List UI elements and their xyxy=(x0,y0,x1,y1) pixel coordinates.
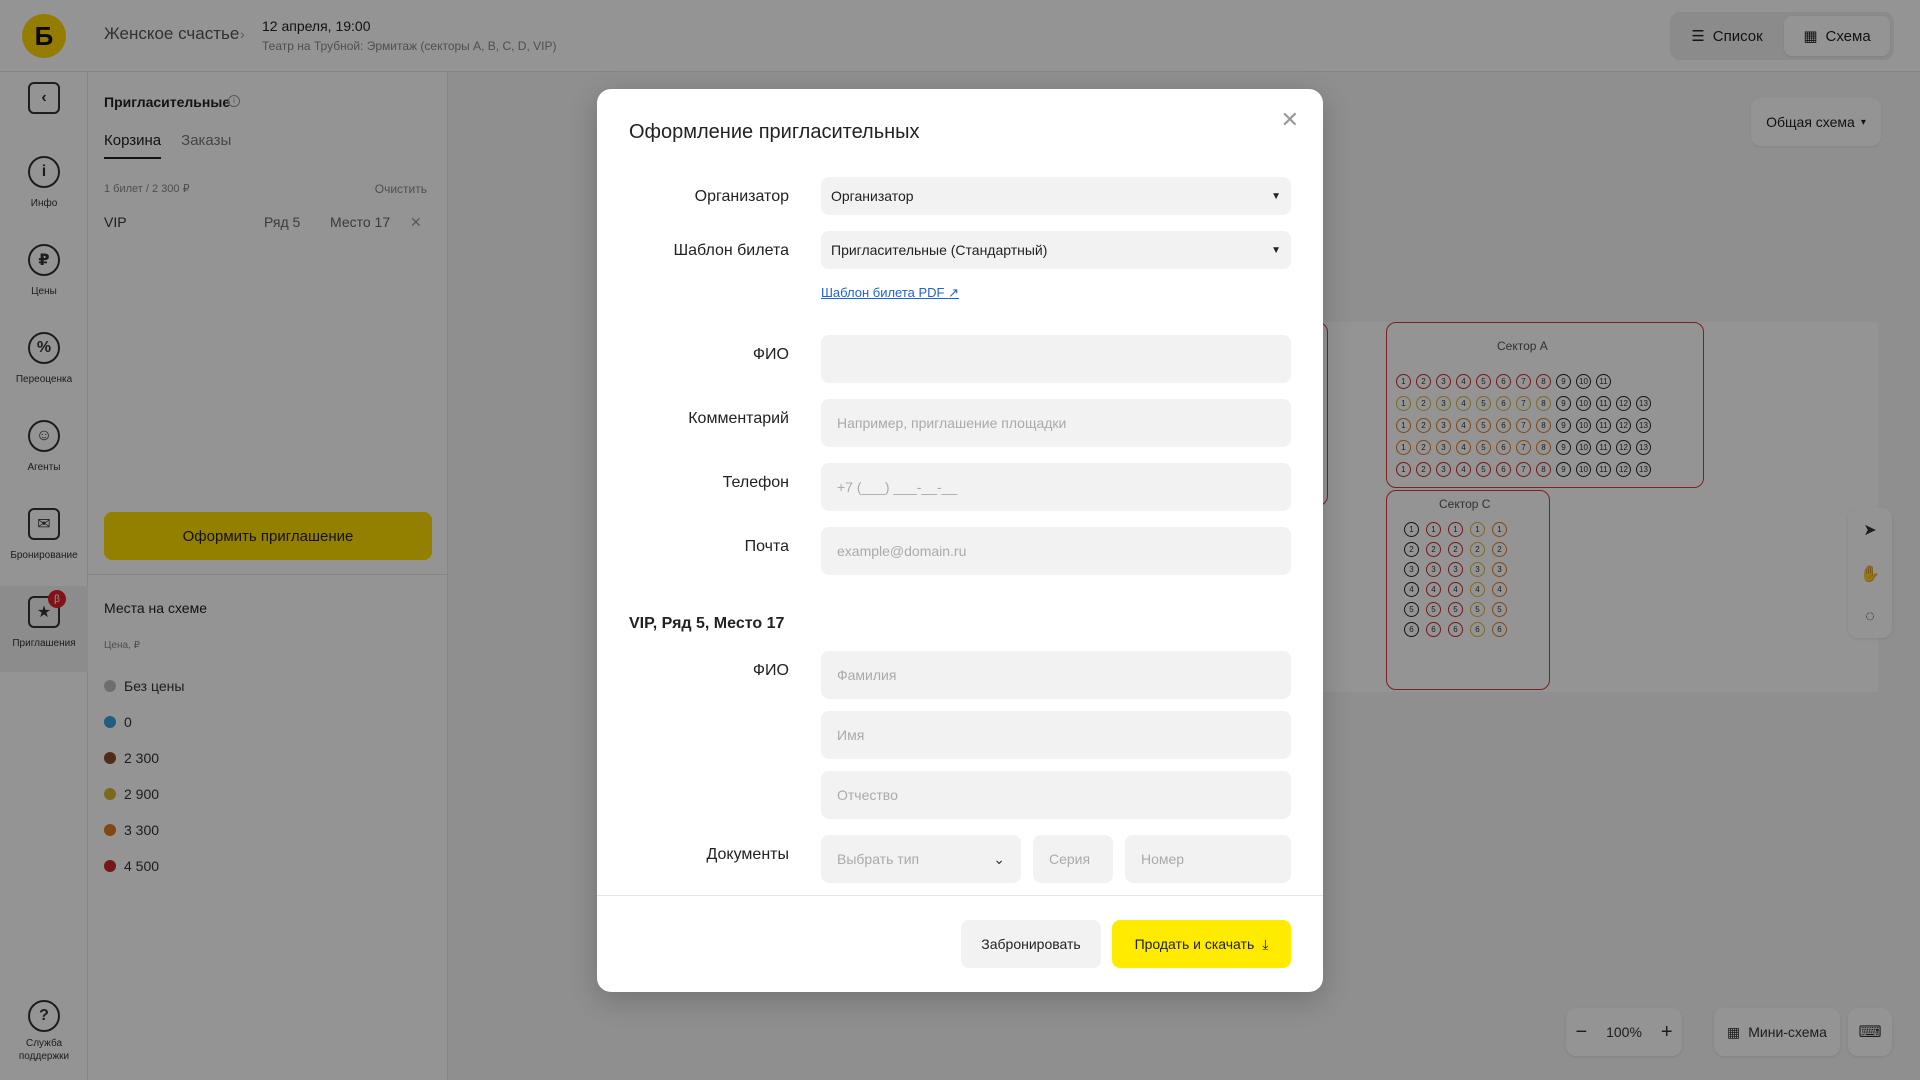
external-link-icon: ↗ xyxy=(948,285,960,300)
comment-placeholder: Например, приглашение площадки xyxy=(837,415,1067,431)
document-series-input[interactable]: Серия xyxy=(1033,835,1113,883)
phone-placeholder: +7 (___) ___-__-__ xyxy=(837,479,958,495)
name-placeholder: Имя xyxy=(837,727,865,743)
seat-fio-label: ФИО xyxy=(752,662,789,679)
reserve-button[interactable]: Забронировать xyxy=(961,920,1101,968)
organizer-value: Организатор xyxy=(831,188,914,204)
email-label: Почта xyxy=(744,538,789,555)
email-input[interactable]: example@domain.ru xyxy=(821,527,1291,575)
chevron-down-icon: ⌄ xyxy=(993,850,1005,867)
download-icon: ⤓ xyxy=(1262,935,1269,952)
divider xyxy=(597,895,1323,896)
template-label: Шаблон билета xyxy=(673,242,789,259)
phone-input[interactable]: +7 (___) ___-__-__ xyxy=(821,463,1291,511)
surname-placeholder: Фамилия xyxy=(837,667,897,683)
documents-label: Документы xyxy=(706,846,789,863)
close-icon[interactable]: ✕ xyxy=(1281,107,1299,133)
organizer-label: Организатор xyxy=(694,188,789,205)
fio-label: ФИО xyxy=(752,346,789,363)
document-number-input[interactable]: Номер xyxy=(1125,835,1291,883)
caret-down-icon: ▼ xyxy=(1271,190,1281,202)
ticket-template-pdf-link[interactable]: Шаблон билета PDF ↗ xyxy=(821,285,959,301)
sell-button-label: Продать и скачать xyxy=(1134,936,1255,952)
patronymic-input[interactable]: Отчество xyxy=(821,771,1291,819)
ticket-template-select[interactable]: Пригласительные (Стандартный) ▼ xyxy=(821,231,1291,269)
doc-type-placeholder: Выбрать тип xyxy=(837,851,920,867)
document-type-select[interactable]: Выбрать тип ⌄ xyxy=(821,835,1021,883)
patronymic-placeholder: Отчество xyxy=(837,787,898,803)
modal-title: Оформление пригласительных xyxy=(629,121,920,143)
name-input[interactable]: Имя xyxy=(821,711,1291,759)
email-placeholder: example@domain.ru xyxy=(837,543,967,559)
sell-and-download-button[interactable]: Продать и скачать ⤓ xyxy=(1112,920,1291,968)
number-placeholder: Номер xyxy=(1141,851,1185,867)
phone-label: Телефон xyxy=(722,474,789,491)
pdf-link-label: Шаблон билета PDF xyxy=(821,285,945,300)
seat-section-title: VIP, Ряд 5, Место 17 xyxy=(629,615,785,632)
invitation-modal: ✕ Оформление пригласительных Организатор… xyxy=(597,89,1323,992)
fio-input[interactable] xyxy=(821,335,1291,383)
caret-down-icon: ▼ xyxy=(1271,244,1281,256)
surname-input[interactable]: Фамилия xyxy=(821,651,1291,699)
template-value: Пригласительные (Стандартный) xyxy=(831,242,1048,258)
comment-input[interactable]: Например, приглашение площадки xyxy=(821,399,1291,447)
organizer-select[interactable]: Организатор ▼ xyxy=(821,177,1291,215)
comment-label: Комментарий xyxy=(688,410,789,427)
series-placeholder: Серия xyxy=(1049,851,1091,867)
